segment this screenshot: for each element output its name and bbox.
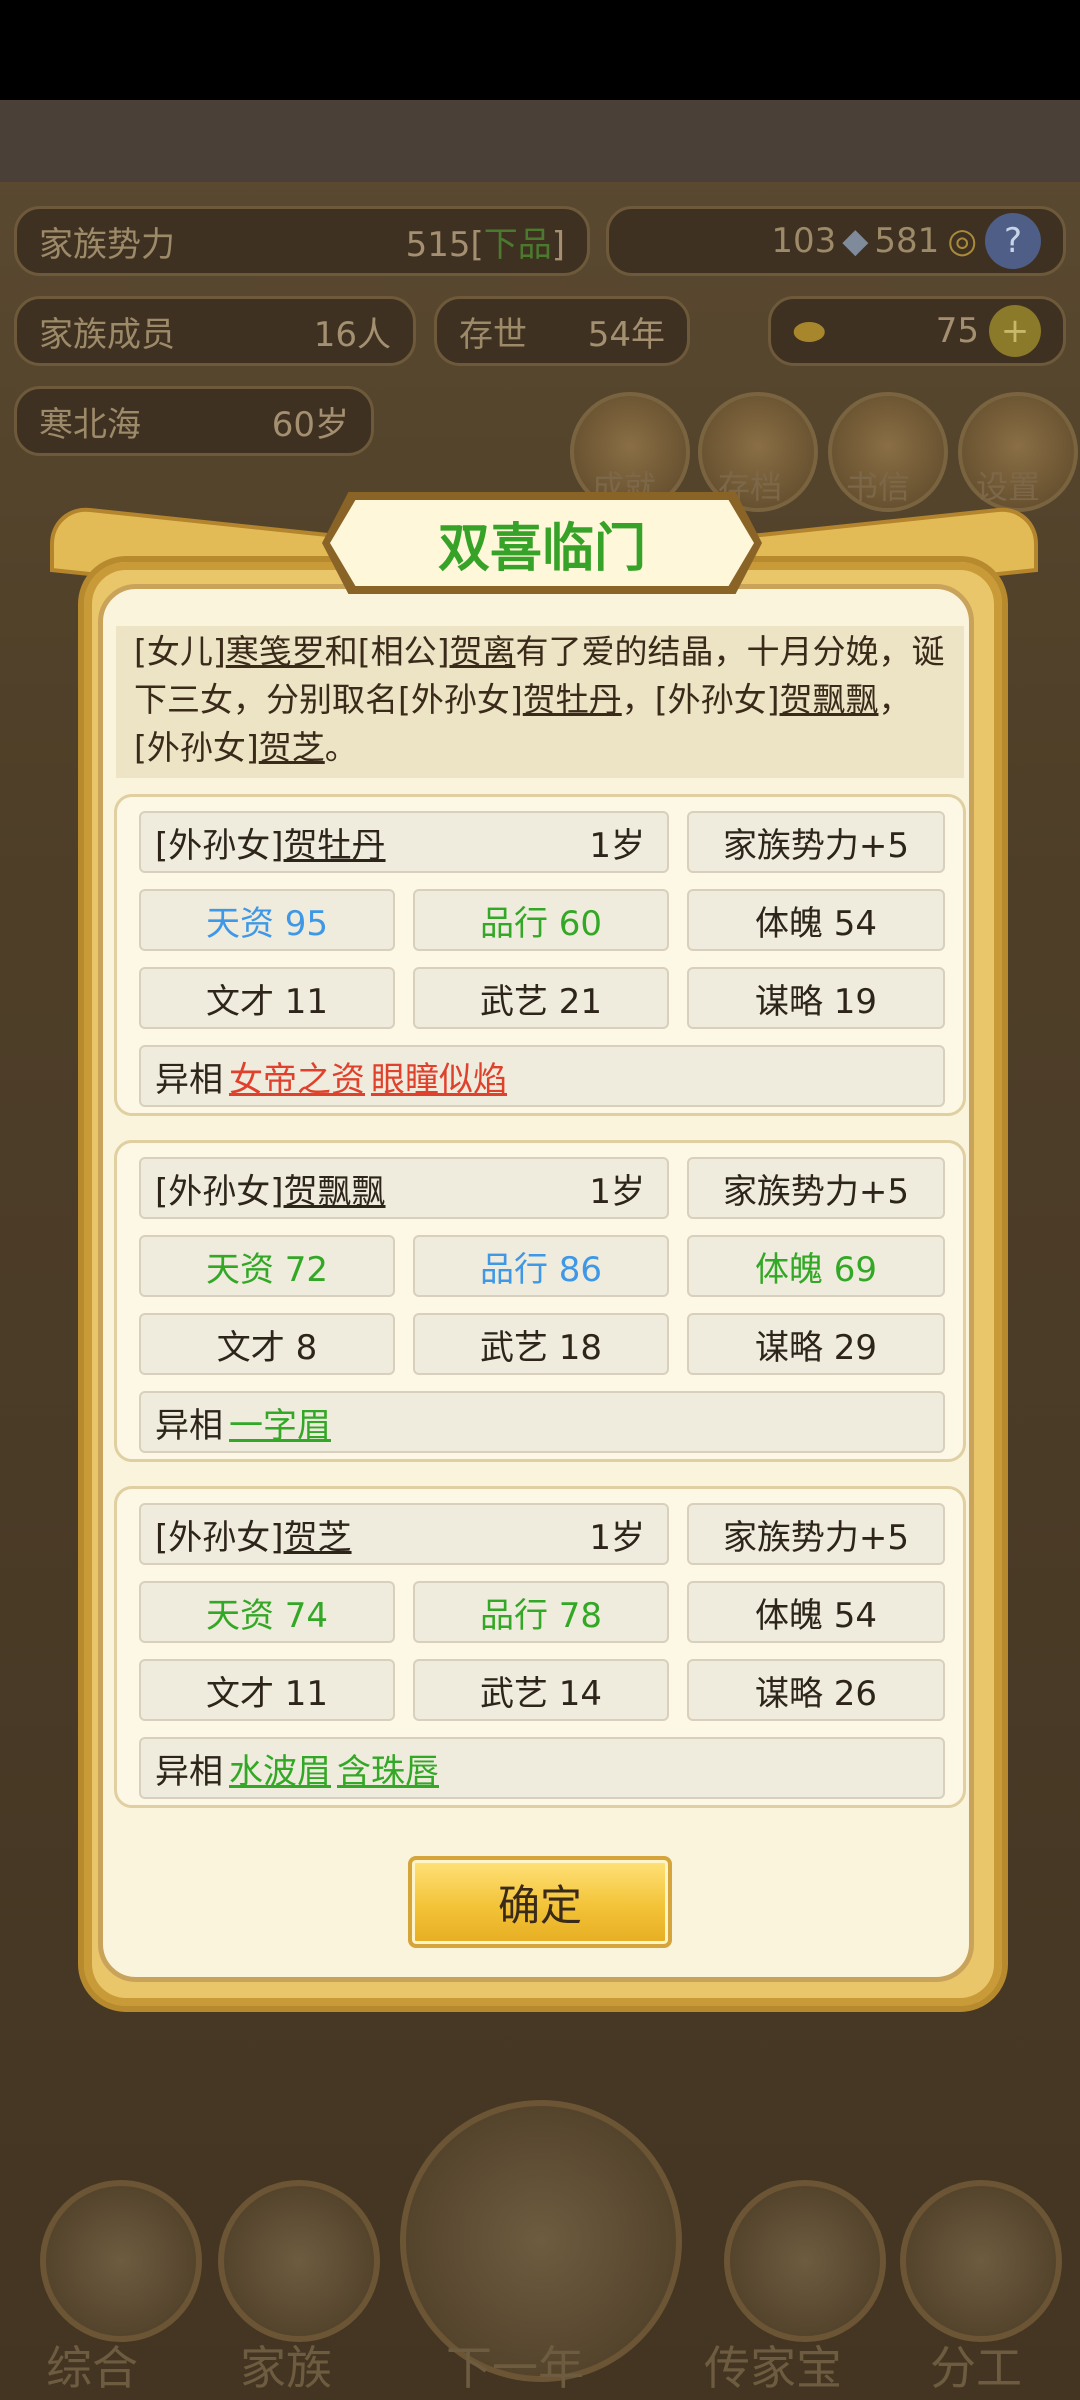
husband-name-link[interactable]: 贺离: [450, 632, 516, 671]
members-label: 家族成员: [39, 314, 175, 355]
trait-row: 异相 一字眉: [139, 1391, 945, 1453]
family-power-label: 家族势力: [39, 224, 175, 265]
settings-label: 设置: [976, 468, 1041, 506]
child-name-cell[interactable]: [外孙女] 贺芝 1岁: [139, 1503, 669, 1565]
trait-row: 异相 女帝之资 眼瞳似焰: [139, 1045, 945, 1107]
add-gold-button[interactable]: +: [989, 305, 1041, 357]
currency-pill: 103 ◆ 581 ◎ ?: [606, 206, 1066, 276]
bottom-nav: 综合 家族 下一年 传家宝 分工: [0, 2080, 1080, 2400]
physique-stat: 体魄 69: [687, 1235, 945, 1297]
status-bar: [0, 0, 1080, 100]
trait-label: 异相: [155, 1751, 223, 1792]
power-bonus: 家族势力+5: [687, 1503, 945, 1565]
members-value: 16人: [313, 314, 391, 355]
martial-stat: 武艺 18: [413, 1313, 669, 1375]
power-bonus: 家族势力+5: [687, 1157, 945, 1219]
gold-pill: ⬬ 75 +: [768, 296, 1066, 366]
overview-nav-icon[interactable]: [40, 2180, 202, 2342]
strategy-stat: 谋略 29: [687, 1313, 945, 1375]
literary-stat: 文才 11: [139, 1659, 395, 1721]
talent-stat: 天资 95: [139, 889, 395, 951]
heirloom-nav-icon[interactable]: [724, 2180, 886, 2342]
child-relation: [外孙女]: [155, 825, 284, 866]
virtue-stat: 品行 78: [413, 1581, 669, 1643]
literary-stat: 文才 11: [139, 967, 395, 1029]
trait-label: 异相: [155, 1405, 223, 1446]
nav-next-year[interactable]: 下一年: [446, 2332, 584, 2398]
family-power-close: ]: [551, 224, 565, 265]
letter-label: 书信: [846, 468, 911, 506]
nav-overview[interactable]: 综合: [46, 2332, 138, 2398]
patriarch-name: 寒北海: [39, 404, 141, 445]
child-name[interactable]: 贺飘飘: [284, 1164, 386, 1213]
story-part: ，[外孙女]: [621, 680, 780, 719]
nav-family[interactable]: 家族: [240, 2332, 332, 2398]
family-power-value: 515[下品]: [406, 217, 565, 266]
assign-nav-icon[interactable]: [900, 2180, 1062, 2342]
child-name-cell[interactable]: [外孙女] 贺牡丹 1岁: [139, 811, 669, 873]
child-name-link[interactable]: 贺牡丹: [523, 680, 622, 719]
virtue-stat: 品行 60: [413, 889, 669, 951]
top-band: [0, 100, 1080, 182]
event-story-text: [女儿]寒笺罗和[相公]贺离有了爱的结晶，十月分娩，诞下三女，分别取名[外孙女]…: [116, 626, 964, 778]
daughter-name-link[interactable]: 寒笺罗: [226, 632, 325, 671]
power-bonus: 家族势力+5: [687, 811, 945, 873]
nav-heirloom[interactable]: 传家宝: [704, 2332, 842, 2398]
child-card: [外孙女] 贺芝 1岁 家族势力+5 天资 74 品行 78 体魄 54 文才 1…: [114, 1486, 966, 1808]
family-power-number: 515[: [405, 224, 484, 265]
child-relation: [外孙女]: [155, 1171, 284, 1212]
exist-value: 54年: [587, 314, 665, 355]
trait-row: 异相 水波眉 含珠唇: [139, 1737, 945, 1799]
family-power-rank: 下品: [483, 224, 552, 265]
child-name[interactable]: 贺牡丹: [284, 818, 386, 867]
martial-stat: 武艺 21: [413, 967, 669, 1029]
nav-assign[interactable]: 分工: [930, 2332, 1022, 2398]
trait-link[interactable]: 一字眉: [229, 1398, 331, 1447]
trait-link[interactable]: 眼瞳似焰: [371, 1052, 507, 1101]
members-pill: 家族成员 16人: [14, 296, 416, 366]
coin-icon: ◎: [947, 221, 977, 261]
patriarch-pill[interactable]: 寒北海 60岁: [14, 386, 374, 456]
literary-stat: 文才 8: [139, 1313, 395, 1375]
exist-label: 存世: [459, 314, 527, 355]
dialog-title: 双喜临门: [330, 500, 754, 586]
gold-ingot-icon: ⬬: [793, 308, 826, 353]
silver-icon: ◆: [842, 221, 869, 261]
child-age: 1岁: [589, 1171, 645, 1212]
patriarch-age: 60岁: [271, 404, 349, 445]
trait-link[interactable]: 含珠唇: [337, 1744, 439, 1793]
physique-stat: 体魄 54: [687, 1581, 945, 1643]
child-card: [外孙女] 贺牡丹 1岁 家族势力+5 天资 95 品行 60 体魄 54 文才 …: [114, 794, 966, 1116]
physique-stat: 体魄 54: [687, 889, 945, 951]
trait-link[interactable]: 水波眉: [229, 1744, 331, 1793]
silver-value: 103: [771, 221, 837, 261]
child-card: [外孙女] 贺飘飘 1岁 家族势力+5 天资 72 品行 86 体魄 69 文才 …: [114, 1140, 966, 1462]
confirm-button[interactable]: 确定: [408, 1856, 672, 1948]
exist-pill: 存世 54年: [434, 296, 690, 366]
child-name-link[interactable]: 贺飘飘: [780, 680, 879, 719]
story-part: 。: [324, 728, 358, 767]
family-nav-icon[interactable]: [218, 2180, 380, 2342]
child-age: 1岁: [589, 1517, 645, 1558]
trait-link[interactable]: 女帝之资: [229, 1052, 365, 1101]
strategy-stat: 谋略 19: [687, 967, 945, 1029]
copper-value: 581: [874, 221, 940, 261]
child-age: 1岁: [589, 825, 645, 866]
trait-label: 异相: [155, 1059, 223, 1100]
story-part: 和[相公]: [324, 632, 450, 671]
gold-value: 75: [935, 311, 979, 351]
child-name-link[interactable]: 贺芝: [259, 728, 325, 767]
child-name[interactable]: 贺芝: [284, 1510, 352, 1559]
child-relation: [外孙女]: [155, 1517, 284, 1558]
help-button[interactable]: ?: [985, 213, 1041, 269]
talent-stat: 天资 74: [139, 1581, 395, 1643]
virtue-stat: 品行 86: [413, 1235, 669, 1297]
child-name-cell[interactable]: [外孙女] 贺飘飘 1岁: [139, 1157, 669, 1219]
martial-stat: 武艺 14: [413, 1659, 669, 1721]
strategy-stat: 谋略 26: [687, 1659, 945, 1721]
story-part: [女儿]: [134, 632, 226, 671]
talent-stat: 天资 72: [139, 1235, 395, 1297]
family-power-pill: 家族势力 515[下品]: [14, 206, 590, 276]
